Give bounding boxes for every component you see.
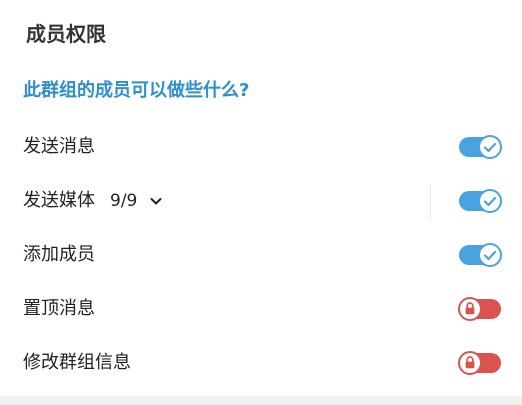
divider <box>430 184 431 218</box>
permission-label: 发送媒体 <box>23 190 95 211</box>
bottom-divider <box>0 396 522 405</box>
permission-label: 置顶消息 <box>23 298 95 319</box>
media-count: 9/9 <box>110 191 138 211</box>
toggle-on[interactable] <box>458 135 502 159</box>
permission-label: 发送消息 <box>23 136 95 157</box>
permission-row-change-group-info[interactable]: 修改群组信息 <box>0 336 522 390</box>
permission-row-send-media[interactable]: 发送媒体 9/9 <box>0 174 522 228</box>
chevron-down-icon[interactable] <box>150 195 162 207</box>
toggle-on[interactable] <box>458 243 502 267</box>
permission-row-send-messages[interactable]: 发送消息 <box>0 120 522 174</box>
permission-row-pin-messages[interactable]: 置顶消息 <box>0 282 522 336</box>
page-title: 成员权限 <box>26 22 106 46</box>
permission-label: 修改群组信息 <box>23 352 131 373</box>
toggle-on[interactable] <box>458 189 502 213</box>
toggle-locked[interactable] <box>458 351 502 375</box>
toggle-locked[interactable] <box>458 297 502 321</box>
permission-label: 添加成员 <box>23 244 95 265</box>
permission-row-add-members[interactable]: 添加成员 <box>0 228 522 282</box>
member-permissions-panel: 成员权限 此群组的成员可以做些什么? 发送消息 发送媒体 9/9 添加成员 置顶… <box>0 0 522 405</box>
section-title: 此群组的成员可以做些什么? <box>23 80 250 101</box>
